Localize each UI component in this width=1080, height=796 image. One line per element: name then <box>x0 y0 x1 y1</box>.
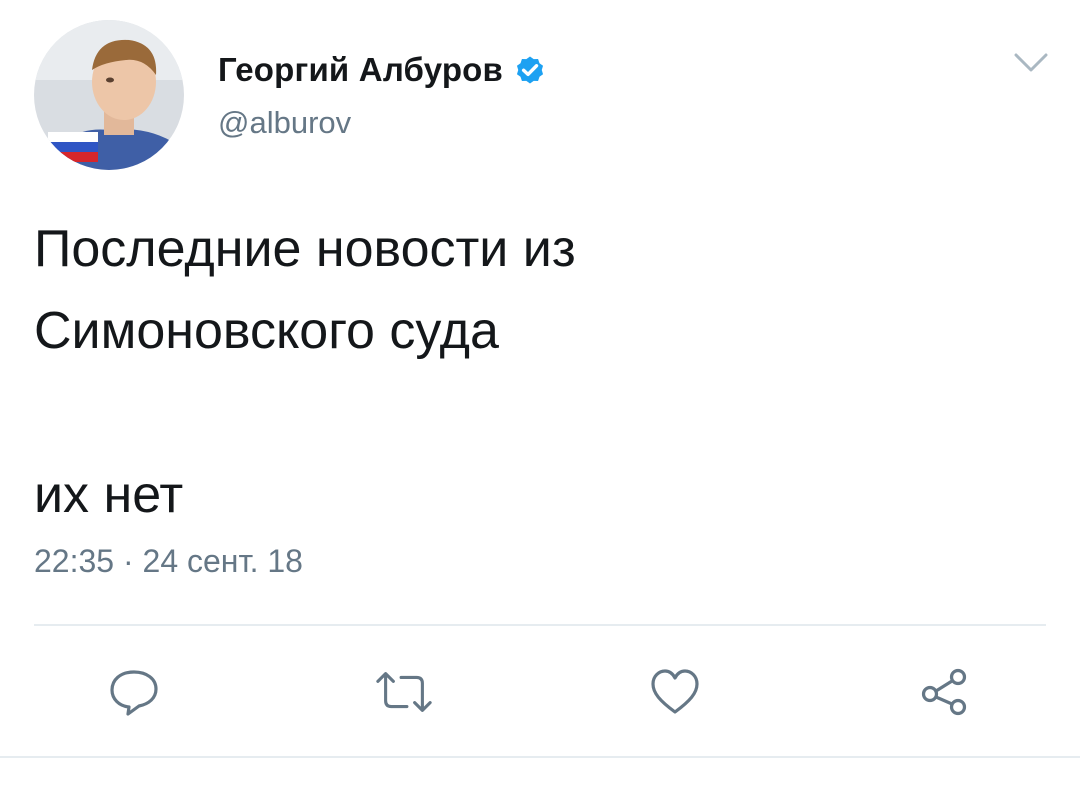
divider <box>0 756 1080 758</box>
share-icon <box>921 668 967 716</box>
share-button[interactable] <box>914 662 974 722</box>
tweet-timestamp[interactable]: 22:35 · 24 сент. 18 <box>34 543 303 580</box>
verified-badge-icon <box>516 56 544 84</box>
tweet-text-line: Последние новости из <box>34 220 576 278</box>
like-button[interactable] <box>645 662 705 722</box>
retweet-icon <box>376 672 432 712</box>
author-display-name[interactable]: Георгий Албуров <box>218 51 503 89</box>
retweet-button[interactable] <box>374 662 434 722</box>
chevron-down-icon[interactable] <box>1013 52 1049 74</box>
avatar[interactable] <box>34 20 184 170</box>
tweet-text: Последние новости из Симоновского суда и… <box>34 208 1014 536</box>
tweet-text-line: их нет <box>34 466 184 524</box>
reply-icon <box>110 670 158 716</box>
tweet-text-line: Симоновского суда <box>34 302 499 360</box>
like-icon <box>651 669 699 714</box>
author-handle[interactable]: @alburov <box>218 105 351 141</box>
reply-button[interactable] <box>104 662 164 722</box>
tweet-card: Георгий Албуров @alburov Последние новос… <box>0 0 1080 796</box>
divider <box>34 624 1046 626</box>
author-row: Георгий Албуров <box>218 50 547 90</box>
